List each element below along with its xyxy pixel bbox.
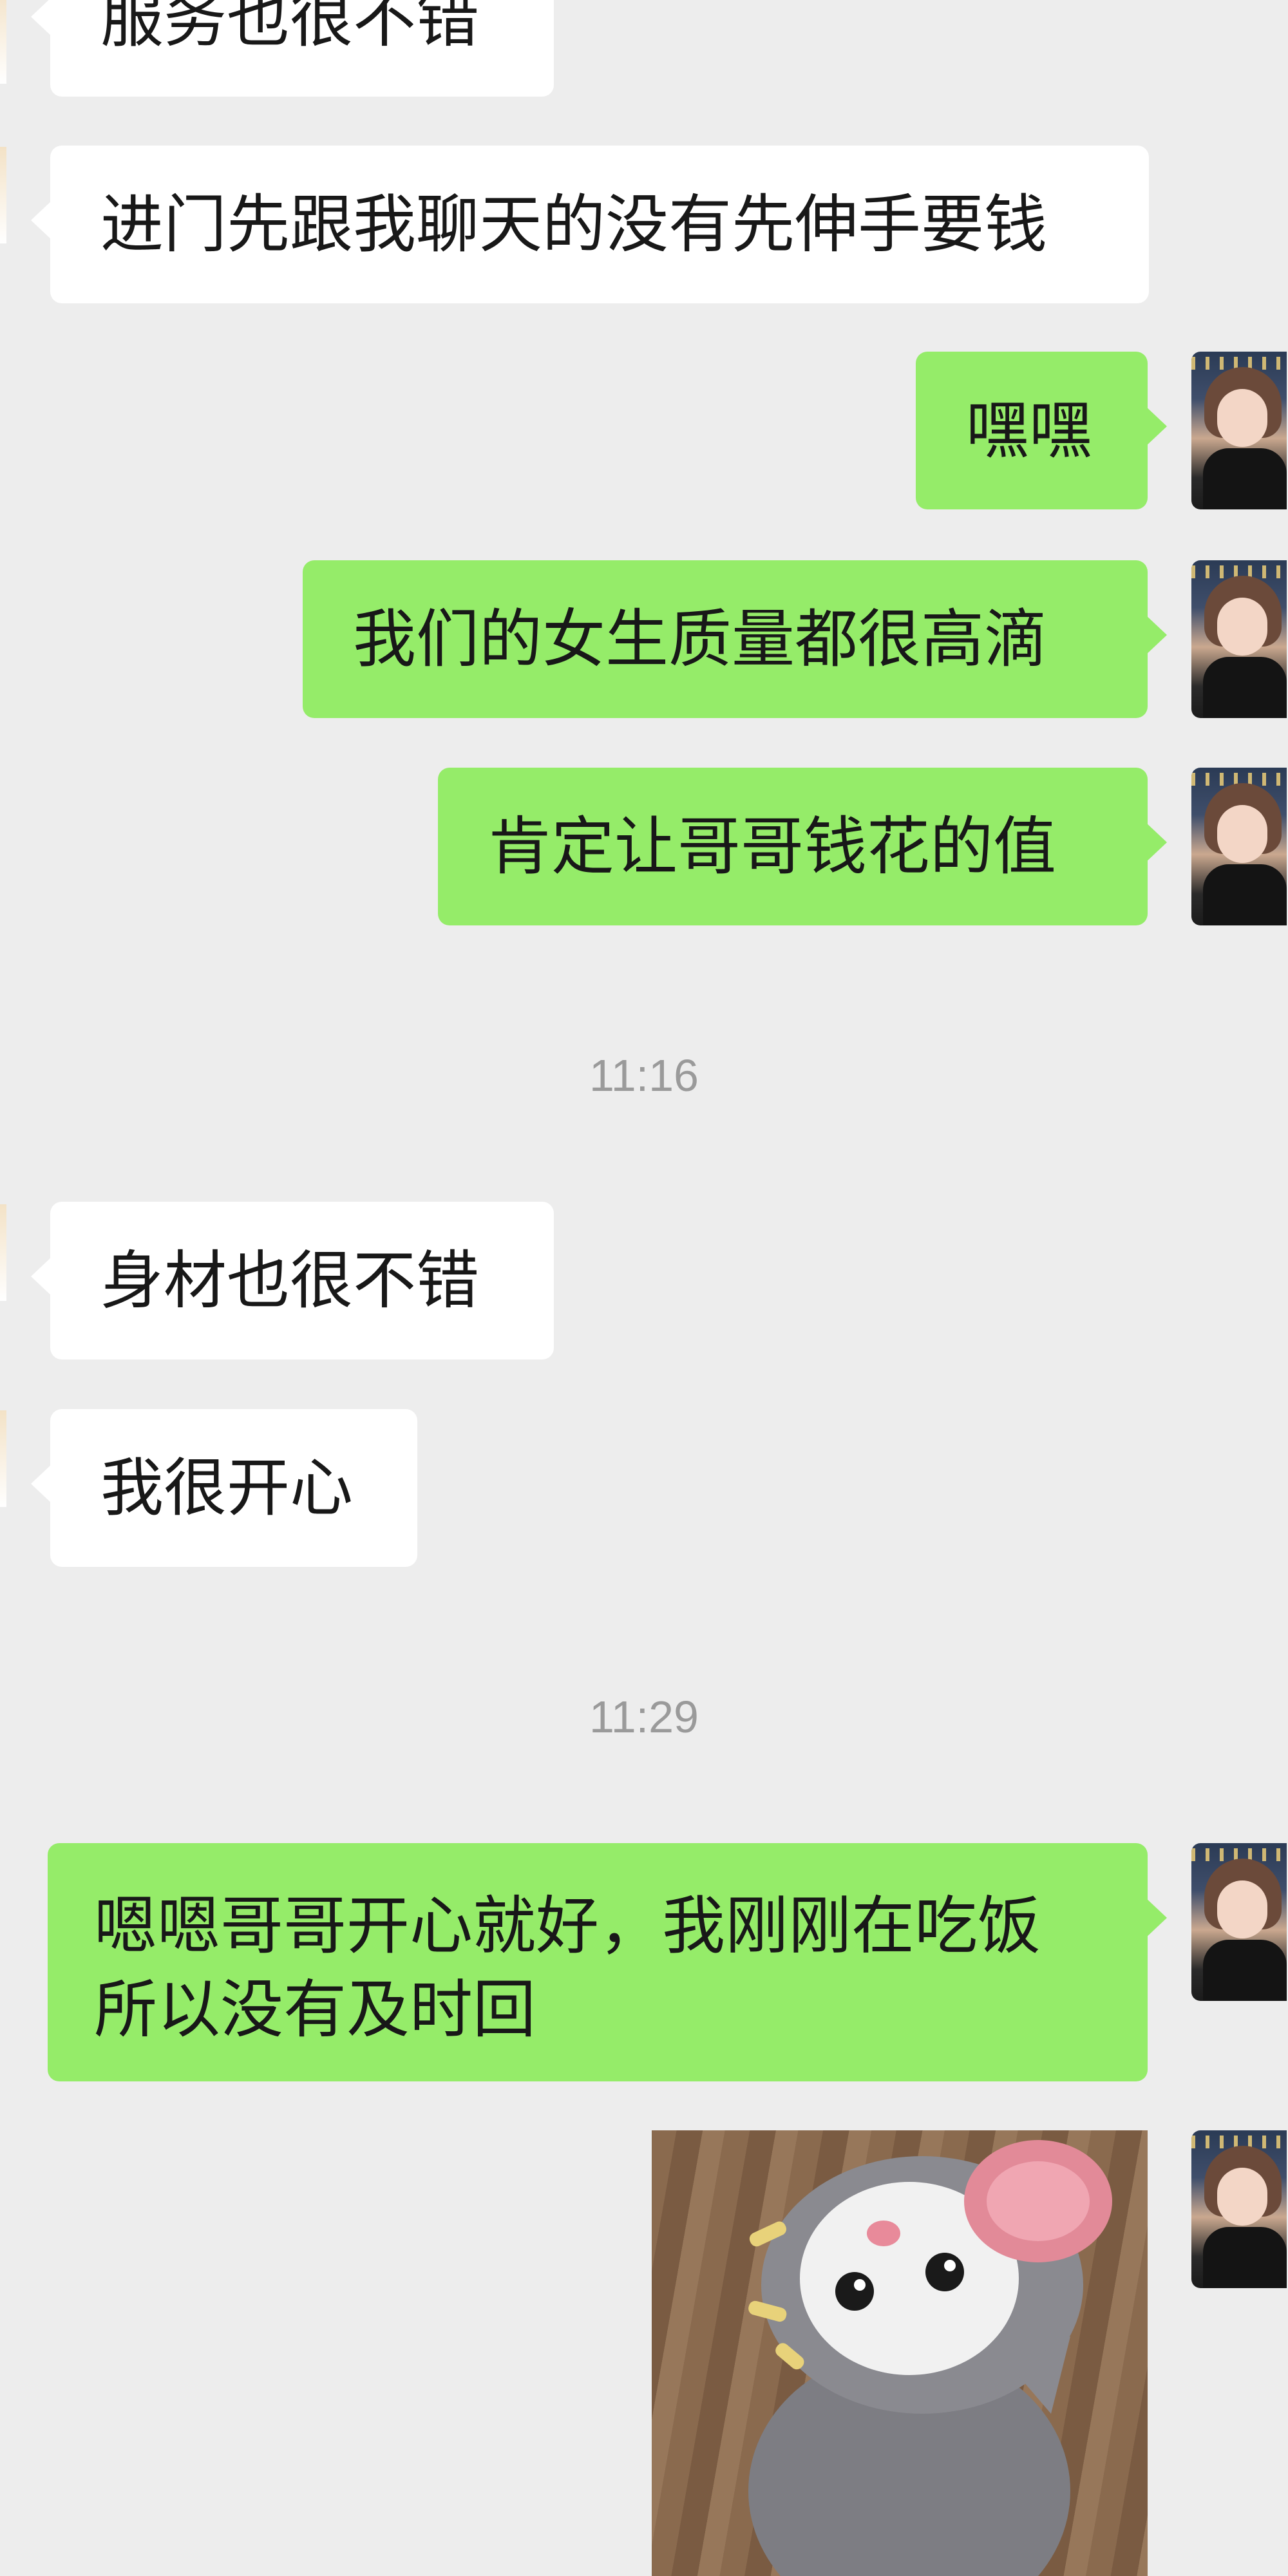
message-bubble-outgoing[interactable]: 肯定让哥哥钱花的值: [438, 768, 1167, 925]
message-bubble-incoming[interactable]: 进门先跟我聊天的没有先伸手要钱: [31, 146, 1149, 303]
message-bubble-outgoing[interactable]: 嘿嘿: [916, 352, 1167, 509]
message-text: 嘿嘿: [966, 393, 1093, 468]
message-text: 服务也很不错: [100, 0, 480, 56]
message-text: 身材也很不错: [100, 1244, 480, 1318]
partial-avatar-left: [0, 1204, 6, 1301]
avatar-face: [1217, 2168, 1267, 2226]
user-avatar[interactable]: [1191, 2130, 1287, 2288]
message-bubble-outgoing[interactable]: 我们的女生质量都很高滴: [303, 560, 1167, 718]
message-bubble-incoming[interactable]: 我很开心: [31, 1409, 417, 1567]
avatar-face: [1217, 598, 1267, 656]
message-bubble-outgoing[interactable]: 嗯嗯哥哥开心就好，我刚刚在吃饭所以没有及时回: [48, 1843, 1167, 2081]
avatar-face: [1217, 805, 1267, 863]
avatar-body: [1203, 657, 1287, 718]
partial-avatar-left: [0, 1410, 6, 1507]
avatar-face: [1217, 389, 1267, 447]
message-text: 进门先跟我聊天的没有先伸手要钱: [100, 187, 1048, 261]
avatar-body: [1203, 864, 1287, 925]
user-avatar[interactable]: [1191, 352, 1287, 509]
user-avatar[interactable]: [1191, 768, 1287, 925]
user-avatar[interactable]: [1191, 1843, 1287, 2001]
avatar-body: [1203, 448, 1287, 509]
message-text: 肯定让哥哥钱花的值: [488, 810, 1057, 884]
avatar-body: [1203, 1940, 1287, 2001]
partial-avatar-left: [0, 147, 6, 243]
avatar-face: [1217, 1880, 1267, 1938]
timestamp: 11:29: [589, 1692, 699, 1742]
message-text: 我很开心: [100, 1451, 354, 1525]
user-avatar[interactable]: [1191, 560, 1287, 718]
message-bubble-incoming[interactable]: 服务也很不错: [31, 0, 554, 97]
chat-view: 服务也很不错 进门先跟我聊天的没有先伸手要钱 嘿嘿 我们的女生质量都很高滴 肯定…: [0, 0, 1288, 2576]
message-text: 我们的女生质量都很高滴: [353, 602, 1048, 676]
avatar-body: [1203, 2227, 1287, 2288]
cat-photo-icon: [748, 2140, 1112, 2576]
image-message[interactable]: [652, 2130, 1148, 2576]
partial-avatar-left: [0, 0, 6, 84]
message-bubble-incoming[interactable]: 身材也很不错: [31, 1202, 554, 1359]
message-text: 嗯嗯哥哥开心就好，我刚刚在吃饭所以没有及时回: [94, 1889, 1041, 2047]
timestamp: 11:16: [589, 1050, 699, 1101]
